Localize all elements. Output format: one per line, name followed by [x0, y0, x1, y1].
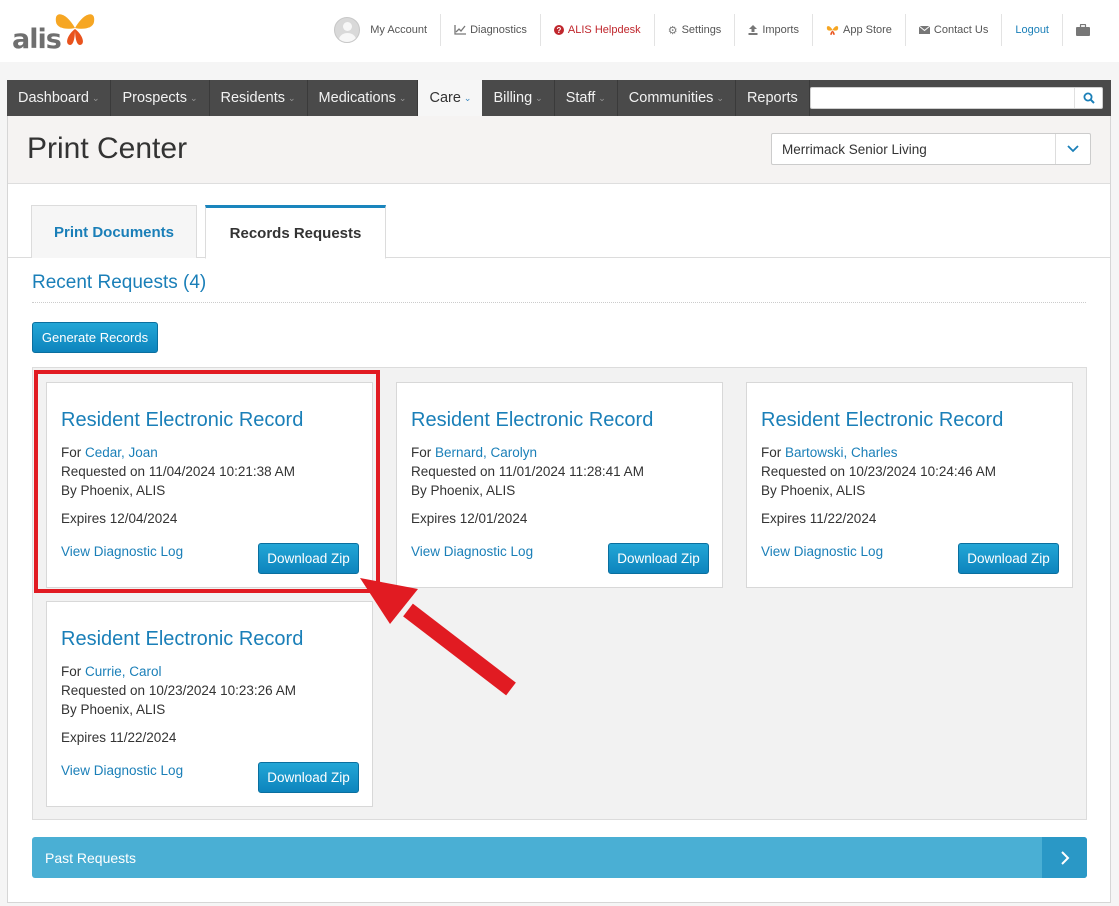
card-expires: Expires 12/04/2024 — [61, 511, 178, 526]
nav-item-billing[interactable]: Billing ⌄ — [482, 80, 555, 116]
card-title: Resident Electronic Record — [761, 409, 1004, 431]
nav-item-reports[interactable]: Reports — [736, 80, 810, 116]
nav-search — [810, 87, 1103, 109]
logout-link[interactable]: Logout — [1001, 14, 1062, 46]
card-expires: Expires 12/01/2024 — [411, 511, 528, 526]
nav-item-communities[interactable]: Communities ⌄ — [618, 80, 736, 116]
community-select[interactable]: Merrimack Senior Living — [771, 133, 1091, 165]
card-title: Resident Electronic Record — [61, 628, 304, 650]
app-store-link[interactable]: App Store — [812, 14, 905, 46]
request-card: Resident Electronic Record For Bernard, … — [396, 382, 723, 588]
card-requested: Requested on 11/01/2024 11:28:41 AM — [411, 464, 644, 479]
envelope-icon — [918, 26, 930, 34]
resident-link[interactable]: Cedar, Joan — [85, 445, 158, 460]
heading-divider — [32, 302, 1086, 303]
card-for-line: For Bartowski, Charles — [761, 445, 898, 460]
tabs: Print Documents Records Requests — [8, 184, 1110, 259]
main-panel: Print Center Merrimack Senior Living Pri… — [7, 116, 1111, 903]
card-by: By Phoenix, ALIS — [61, 483, 166, 498]
card-requested: Requested on 11/04/2024 10:21:38 AM — [61, 464, 295, 479]
tab-records-requests[interactable]: Records Requests — [205, 205, 386, 259]
download-zip-button[interactable]: Download Zip — [258, 543, 359, 574]
question-circle-icon: ? — [553, 25, 564, 35]
chevron-down-icon: ⌄ — [598, 92, 606, 103]
request-card: Resident Electronic Record For Bartowski… — [746, 382, 1073, 588]
upload-icon — [748, 25, 758, 35]
download-zip-button[interactable]: Download Zip — [608, 543, 709, 574]
chevron-down-icon: ⌄ — [398, 92, 407, 103]
cards-area: Resident Electronic Record For Cedar, Jo… — [32, 367, 1087, 820]
top-links: My Account Diagnostics ? ALIS Helpdesk ⚙… — [321, 14, 1103, 46]
my-account-link[interactable]: My Account — [321, 14, 440, 46]
card-title: Resident Electronic Record — [61, 409, 304, 431]
butterfly-icon — [826, 25, 839, 35]
search-icon — [1083, 92, 1095, 104]
community-dropdown-toggle[interactable] — [1055, 134, 1090, 164]
nav-item-staff[interactable]: Staff ⌄ — [555, 80, 618, 116]
card-for-line: For Bernard, Carolyn — [411, 445, 538, 460]
butterfly-logo-icon — [55, 14, 95, 45]
card-by: By Phoenix, ALIS — [761, 483, 866, 498]
diagnostics-link[interactable]: Diagnostics — [440, 14, 540, 46]
chevron-right-icon — [1060, 850, 1069, 865]
contact-us-link[interactable]: Contact Us — [904, 14, 1001, 46]
generate-records-button[interactable]: Generate Records — [32, 322, 158, 353]
nav-item-prospects[interactable]: Prospects ⌄ — [111, 80, 210, 116]
card-by: By Phoenix, ALIS — [411, 483, 516, 498]
page-title: Print Center — [27, 132, 188, 165]
card-title: Resident Electronic Record — [411, 409, 654, 431]
resident-link[interactable]: Bernard, Carolyn — [435, 445, 537, 460]
card-for-line: For Currie, Carol — [61, 664, 162, 679]
card-by: By Phoenix, ALIS — [61, 702, 166, 717]
briefcase-icon — [1076, 24, 1090, 36]
chevron-down-icon: ⌄ — [91, 92, 100, 103]
chevron-down-icon: ⌄ — [463, 92, 472, 103]
briefcase-button[interactable] — [1062, 14, 1103, 46]
card-for-line: For Cedar, Joan — [61, 445, 158, 460]
card-requested: Requested on 10/23/2024 10:24:46 AM — [761, 464, 996, 479]
nav-item-residents[interactable]: Residents ⌄ — [210, 80, 308, 116]
community-select-value: Merrimack Senior Living — [782, 142, 927, 157]
request-card: Resident Electronic Record For Cedar, Jo… — [46, 382, 373, 588]
download-zip-button[interactable]: Download Zip — [258, 762, 359, 793]
card-expires: Expires 11/22/2024 — [761, 511, 877, 526]
nav-items: Dashboard ⌄ Prospects ⌄ Residents ⌄ Medicat… — [7, 80, 810, 116]
recent-requests-heading: Recent Requests (4) — [32, 272, 207, 293]
past-requests-bar[interactable]: Past Requests — [32, 837, 1087, 878]
chevron-down-icon: ⌄ — [189, 92, 198, 103]
search-input[interactable] — [811, 88, 1075, 108]
card-requested: Requested on 10/23/2024 10:23:26 AM — [61, 683, 296, 698]
request-card: Resident Electronic Record For Currie, C… — [46, 601, 373, 807]
settings-link[interactable]: ⚙ Settings — [653, 14, 735, 46]
alis-logo[interactable]: alis — [12, 8, 102, 55]
search-button[interactable] — [1074, 88, 1102, 108]
card-expires: Expires 11/22/2024 — [61, 730, 177, 745]
past-requests-expand[interactable] — [1042, 837, 1087, 878]
main-nav: Dashboard ⌄ Prospects ⌄ Residents ⌄ Medicat… — [7, 80, 1111, 116]
imports-link[interactable]: Imports — [734, 14, 812, 46]
past-requests-label: Past Requests — [45, 850, 137, 866]
view-diagnostic-log-link[interactable]: View Diagnostic Log — [411, 544, 533, 559]
chevron-down-icon: ⌄ — [288, 92, 296, 103]
title-bar: Print Center Merrimack Senior Living — [8, 116, 1110, 184]
view-diagnostic-log-link[interactable]: View Diagnostic Log — [61, 544, 183, 559]
view-diagnostic-log-link[interactable]: View Diagnostic Log — [61, 763, 183, 778]
avatar — [334, 17, 361, 43]
chevron-down-icon — [1067, 145, 1079, 153]
download-zip-button[interactable]: Download Zip — [958, 543, 1059, 574]
gear-icon: ⚙ — [667, 24, 678, 37]
view-diagnostic-log-link[interactable]: View Diagnostic Log — [761, 544, 883, 559]
nav-item-care[interactable]: Care ⌄ — [418, 80, 483, 116]
resident-link[interactable]: Bartowski, Charles — [785, 445, 898, 460]
tab-print-documents[interactable]: Print Documents — [31, 205, 197, 258]
nav-item-medications[interactable]: Medications ⌄ — [308, 80, 419, 116]
nav-item-dashboard[interactable]: Dashboard ⌄ — [7, 80, 112, 116]
resident-link[interactable]: Currie, Carol — [85, 664, 162, 679]
top-header: alis My Account Diagnostics ? ALIS Helpd… — [0, 0, 1119, 62]
chevron-down-icon: ⌄ — [716, 92, 724, 103]
chart-icon — [454, 25, 467, 35]
svg-text:?: ? — [556, 26, 561, 35]
chevron-down-icon: ⌄ — [535, 92, 543, 103]
alis-helpdesk-link[interactable]: ? ALIS Helpdesk — [539, 14, 654, 46]
